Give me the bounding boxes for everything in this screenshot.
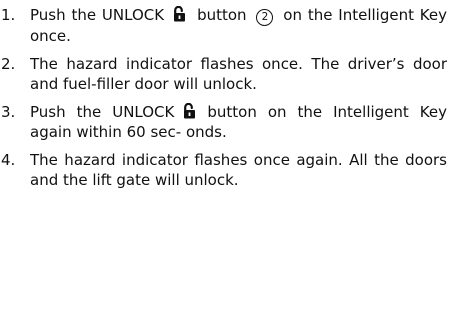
step-3: 3. Push the UNLOCK button on the Intellig…: [0, 102, 453, 142]
step-text: Push the UNLOCK: [30, 103, 175, 121]
unlock-icon: [172, 5, 187, 22]
step-text: The hazard indicator flashes once. The d…: [30, 55, 447, 93]
step-2: 2. The hazard indicator flashes once. Th…: [0, 54, 453, 94]
step-number: 2.: [1, 55, 16, 73]
step-text: The hazard indicator flashes once again.…: [30, 151, 447, 189]
step-text: Push the UNLOCK: [30, 6, 165, 24]
step-text: button: [197, 6, 247, 24]
callout-number: 2: [256, 9, 274, 26]
step-4: 4. The hazard indicator flashes once aga…: [0, 150, 453, 190]
steps-list: 1. Push the UNLOCK button 2 on the Intell…: [0, 5, 453, 190]
step-number: 4.: [1, 151, 16, 169]
step-1: 1. Push the UNLOCK button 2 on the Intell…: [0, 5, 453, 46]
instruction-document: 1. Push the UNLOCK button 2 on the Intell…: [0, 0, 453, 309]
step-number: 1.: [1, 6, 16, 24]
step-number: 3.: [1, 103, 16, 121]
unlock-icon: [182, 102, 197, 119]
